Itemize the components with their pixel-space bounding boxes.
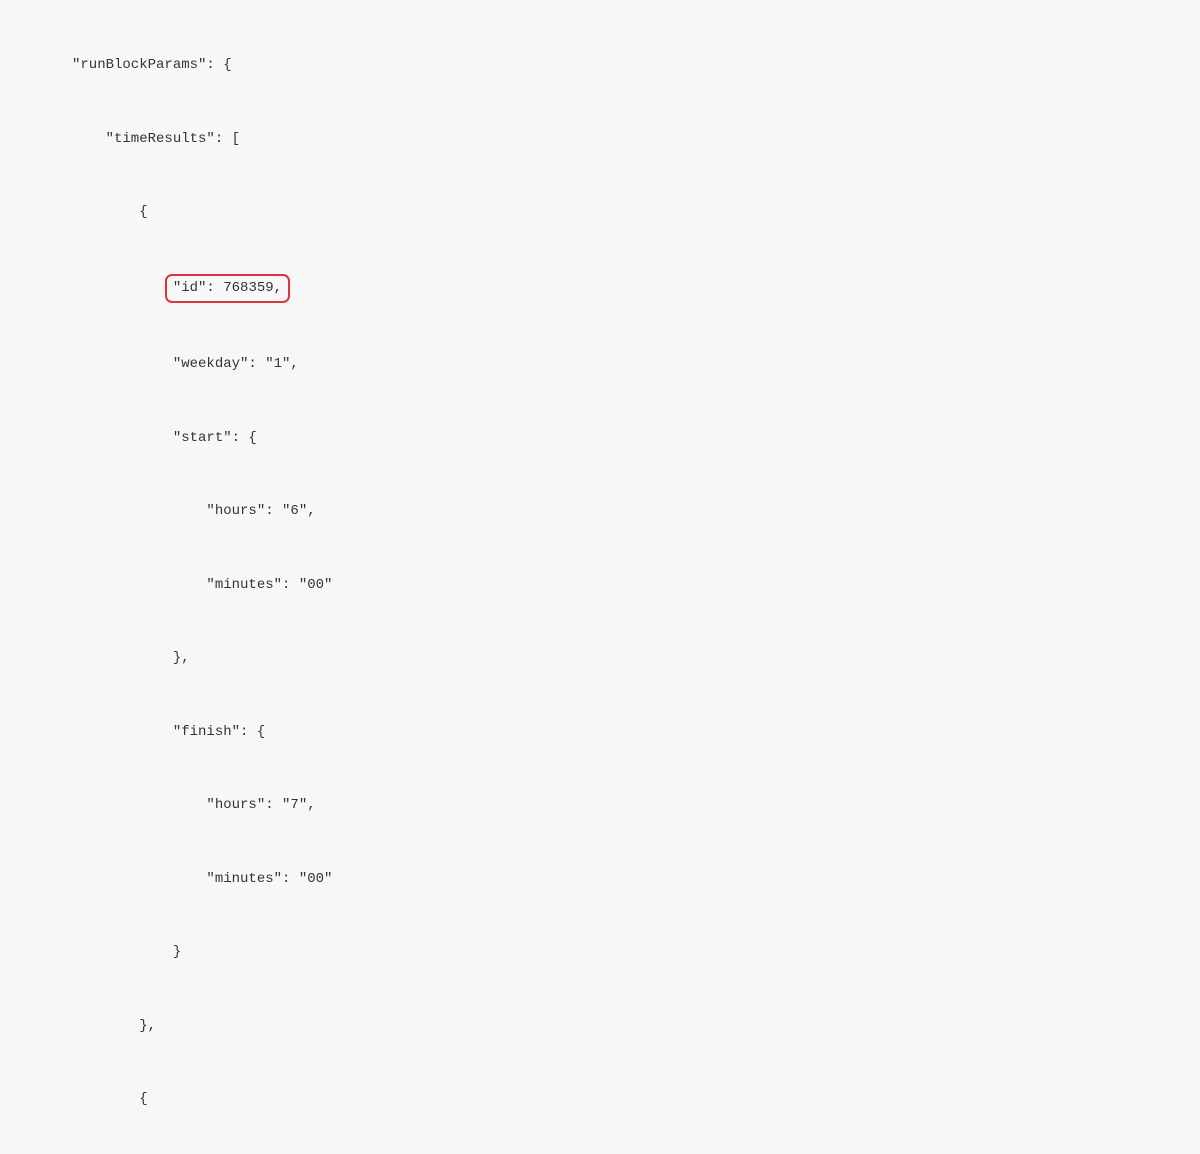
code-text: {: [72, 1091, 148, 1107]
json-code-block: "runBlockParams": { "timeResults": [ { "…: [0, 0, 1200, 1154]
code-line: "minutes": "00": [0, 867, 1200, 892]
code-line: "hours": "7",: [0, 793, 1200, 818]
code-text: "start": {: [72, 430, 257, 446]
code-text: },: [72, 1018, 156, 1034]
code-line: "id": 768359,: [0, 274, 1200, 304]
code-line: "start": {: [0, 426, 1200, 451]
code-line: },: [0, 1014, 1200, 1039]
code-text: "finish": {: [72, 724, 265, 740]
code-text: "weekday": "1",: [72, 356, 299, 372]
code-text: "hours": "6",: [72, 503, 316, 519]
code-line: }: [0, 940, 1200, 965]
code-line: "weekday": "1",: [0, 352, 1200, 377]
code-text: }: [72, 944, 181, 960]
code-line: "timeResults": [: [0, 127, 1200, 152]
code-text: "hours": "7",: [72, 797, 316, 813]
code-text: "id": 768359,: [173, 280, 282, 296]
code-line: {: [0, 200, 1200, 225]
code-text: {: [72, 204, 148, 220]
code-line: },: [0, 646, 1200, 671]
indent: [72, 280, 173, 296]
code-text: "runBlockParams": {: [72, 57, 232, 73]
highlight-box-id: "id": 768359,: [165, 274, 290, 304]
code-text: "minutes": "00": [72, 871, 332, 887]
code-line: "runBlockParams": {: [0, 53, 1200, 78]
code-text: "minutes": "00": [72, 577, 332, 593]
code-text: "timeResults": [: [72, 131, 240, 147]
code-line: {: [0, 1087, 1200, 1112]
code-text: },: [72, 650, 190, 666]
code-line: "minutes": "00": [0, 573, 1200, 598]
code-line: "hours": "6",: [0, 499, 1200, 524]
code-line: "finish": {: [0, 720, 1200, 745]
